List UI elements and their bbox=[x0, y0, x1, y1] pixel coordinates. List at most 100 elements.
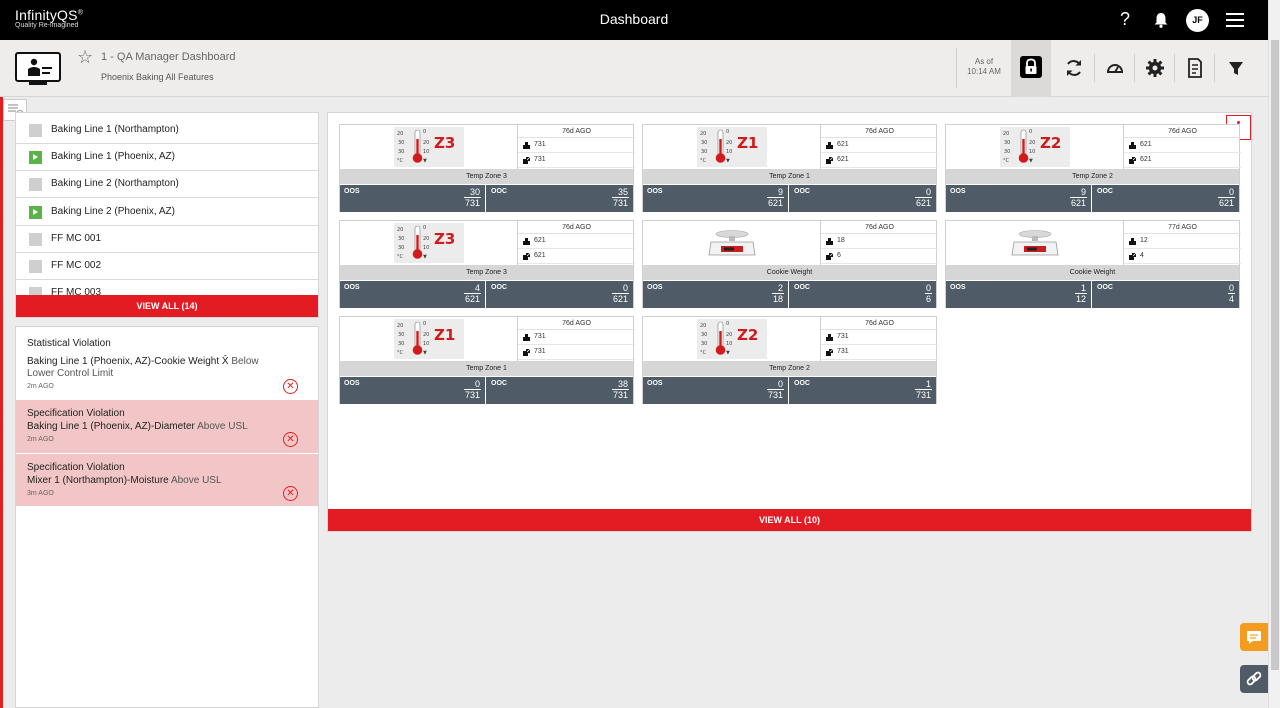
monitor-tile[interactable]: 20 0 30 20 30 10 °C ▼ Z2 76d AGO 621 621 bbox=[945, 124, 1241, 212]
line-item[interactable]: Baking Line 2 (Northampton) bbox=[16, 171, 318, 198]
dismiss-icon[interactable]: ✕ bbox=[283, 486, 298, 501]
view-all-lines-button[interactable]: VIEW ALL (14) bbox=[16, 295, 318, 317]
ooc-stat[interactable]: OOC 1 731 bbox=[790, 377, 936, 404]
oos-stat[interactable]: OOS 0 731 bbox=[340, 377, 486, 404]
line-item[interactable]: Baking Line 2 (Phoenix, AZ) bbox=[16, 199, 318, 226]
dismiss-icon[interactable]: ✕ bbox=[283, 379, 298, 394]
view-all-tiles-button[interactable]: VIEW ALL (10) bbox=[328, 509, 1251, 531]
tile-count: 621 bbox=[837, 156, 849, 163]
tile-stats: 76d AGO 731 731 bbox=[517, 317, 635, 361]
tile-count: 6 bbox=[837, 252, 841, 259]
violation-item[interactable]: Specification Violation Baking Line 1 (P… bbox=[16, 400, 318, 453]
dismiss-icon[interactable]: ✕ bbox=[283, 432, 298, 447]
line-item[interactable]: Baking Line 1 (Northampton) bbox=[16, 117, 318, 144]
monitor-tile[interactable]: 76d AGO 18 6 Cookie Weight OOS 2 18 OOC … bbox=[642, 220, 938, 308]
ooc-fraction: 0 4 bbox=[1227, 283, 1235, 304]
lock-button[interactable] bbox=[1011, 40, 1051, 97]
thermo-scale-label: 20 bbox=[423, 140, 429, 146]
line-name: FF MC 001 bbox=[51, 233, 102, 244]
oos-denominator: 731 bbox=[767, 390, 783, 400]
scrollbar-thumb[interactable] bbox=[1271, 40, 1279, 670]
tile-stats: 76d AGO 621 621 bbox=[820, 125, 938, 169]
oos-stat[interactable]: OOS 30 731 bbox=[340, 185, 486, 212]
tile-image bbox=[946, 221, 1122, 265]
link-button[interactable] bbox=[1240, 665, 1268, 693]
thermo-scale-label: 0 bbox=[726, 129, 729, 135]
monitor-tile[interactable]: 20 0 30 20 30 10 °C ▼ Z3 76d AGO 621 621 bbox=[339, 220, 635, 308]
page-scrollbar[interactable] bbox=[1268, 0, 1280, 708]
ooc-stat[interactable]: OOC 0 621 bbox=[487, 281, 633, 308]
violation-item[interactable]: Statistical Violation Baking Line 1 (Pho… bbox=[16, 327, 318, 399]
tile-count: 621 bbox=[1140, 141, 1152, 148]
subgroups-icon bbox=[826, 252, 834, 260]
tile-count: 621 bbox=[1140, 156, 1152, 163]
gear-icon[interactable] bbox=[1141, 54, 1169, 82]
subgroups-icon bbox=[523, 348, 531, 356]
tile-count-row: 18 bbox=[821, 234, 938, 249]
filter-icon[interactable] bbox=[1222, 54, 1250, 82]
tile-count-row: 621 bbox=[1124, 153, 1241, 168]
ooc-stat[interactable]: OOC 0 621 bbox=[1093, 185, 1239, 212]
violation-time: 2m AGO bbox=[27, 436, 54, 443]
gauge-icon[interactable] bbox=[1101, 54, 1129, 82]
oos-stat[interactable]: OOS 4 621 bbox=[340, 281, 486, 308]
help-icon[interactable]: ? bbox=[1120, 9, 1130, 30]
oos-stat[interactable]: OOS 9 621 bbox=[643, 185, 789, 212]
hamburger-menu-icon[interactable] bbox=[1226, 13, 1244, 27]
ooc-denominator: 621 bbox=[1218, 198, 1234, 208]
tile-count: 731 bbox=[534, 348, 546, 355]
page-title: Dashboard bbox=[599, 11, 669, 27]
thermo-scale-label: °C bbox=[397, 254, 404, 260]
user-avatar[interactable]: JF bbox=[1186, 9, 1209, 32]
refresh-icon[interactable] bbox=[1060, 54, 1088, 82]
parts-icon bbox=[523, 334, 530, 341]
report-icon[interactable] bbox=[1181, 54, 1209, 82]
as-of-time: 10:14 AM bbox=[967, 67, 1001, 76]
line-status-indicator bbox=[29, 178, 42, 191]
oos-numerator: 0 bbox=[463, 379, 481, 390]
tile-count: 12 bbox=[1140, 237, 1148, 244]
oos-label: OOS bbox=[344, 284, 360, 291]
ooc-stat[interactable]: OOC 0 4 bbox=[1093, 281, 1239, 308]
oos-stat[interactable]: OOS 9 621 bbox=[946, 185, 1092, 212]
bell-icon[interactable] bbox=[1152, 11, 1170, 29]
line-item[interactable]: Baking Line 1 (Phoenix, AZ) bbox=[16, 144, 318, 171]
chat-button[interactable] bbox=[1240, 623, 1268, 651]
oos-fraction: 9 621 bbox=[1069, 187, 1087, 208]
violation-item[interactable]: Specification Violation Mixer 1 (Northam… bbox=[16, 454, 318, 506]
thermo-scale-label: 0 bbox=[423, 129, 426, 135]
tile-stats: 76d AGO 621 621 bbox=[1123, 125, 1241, 169]
star-icon[interactable]: ☆ bbox=[77, 47, 93, 68]
ooc-stat[interactable]: OOC 35 731 bbox=[487, 185, 633, 212]
violation-condition-cont: Lower Control Limit bbox=[27, 368, 114, 379]
monitor-tile[interactable]: 77d AGO 12 4 Cookie Weight OOS 1 12 OOC … bbox=[945, 220, 1241, 308]
monitor-tile[interactable]: 20 0 30 20 30 10 °C ▼ Z1 76d AGO 731 731 bbox=[339, 316, 635, 404]
thermo-scale-label: 20 bbox=[700, 323, 706, 329]
line-name: FF MC 002 bbox=[51, 260, 102, 271]
oos-stat[interactable]: OOS 1 12 bbox=[946, 281, 1092, 308]
ooc-stat[interactable]: OOC 38 731 bbox=[487, 377, 633, 404]
oos-numerator: 2 bbox=[771, 283, 784, 294]
thermo-scale-label: 10 bbox=[423, 245, 429, 251]
line-status-indicator bbox=[29, 151, 42, 164]
ooc-stat[interactable]: OOC 0 621 bbox=[790, 185, 936, 212]
ooc-stat[interactable]: OOC 0 6 bbox=[790, 281, 936, 308]
ooc-label: OOC bbox=[794, 380, 810, 387]
monitor-tile[interactable]: 20 0 30 20 30 10 °C ▼ Z3 76d AGO 731 731 bbox=[339, 124, 635, 212]
thermo-scale-label: 30 bbox=[701, 149, 707, 155]
thermo-scale-label: ▼ bbox=[423, 350, 427, 356]
violations-panel: Statistical Violation Baking Line 1 (Pho… bbox=[15, 326, 319, 708]
monitor-tile[interactable]: 20 0 30 20 30 10 °C ▼ Z2 76d AGO 731 731 bbox=[642, 316, 938, 404]
ooc-label: OOC bbox=[491, 284, 507, 291]
violation-type: Specification Violation bbox=[27, 408, 125, 419]
line-item[interactable]: FF MC 001 bbox=[16, 226, 318, 253]
monitor-tile[interactable]: 20 0 30 20 30 10 °C ▼ Z1 76d AGO 621 621 bbox=[642, 124, 938, 212]
thermo-scale-label: 0 bbox=[423, 225, 426, 231]
tile-image: 20 0 30 20 30 10 °C ▼ Z2 bbox=[946, 125, 1122, 169]
ooc-numerator: 0 bbox=[611, 283, 629, 294]
oos-stat[interactable]: OOS 0 731 bbox=[643, 377, 789, 404]
oos-label: OOS bbox=[344, 188, 360, 195]
oos-stat[interactable]: OOS 2 18 bbox=[643, 281, 789, 308]
tile-name: Temp Zone 3 bbox=[340, 265, 633, 280]
line-item[interactable]: FF MC 002 bbox=[16, 253, 318, 280]
